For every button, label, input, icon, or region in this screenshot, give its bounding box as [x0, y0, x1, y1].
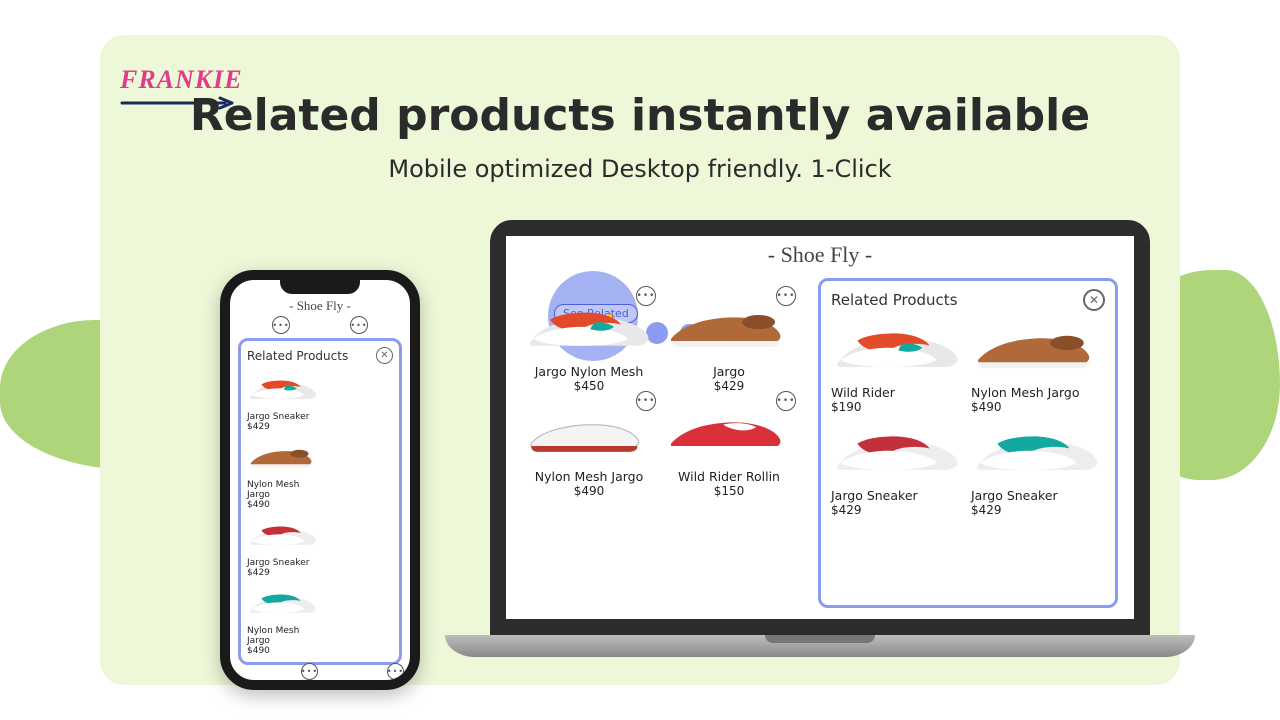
close-icon[interactable]: ✕ — [1083, 289, 1105, 311]
product-price: $490 — [247, 646, 319, 656]
laptop-mockup: - Shoe Fly - See Related 👆 •••Jargo Nylo… — [470, 220, 1170, 657]
product-name: Jargo Sneaker — [247, 412, 319, 422]
related-products-panel: Related Products ✕ Jargo Sneaker$429Nylo… — [238, 338, 402, 665]
close-icon[interactable]: ✕ — [376, 347, 393, 364]
product-price: $490 — [971, 400, 1103, 414]
product-name: Jargo Sneaker — [831, 488, 963, 503]
product-name: Wild Rider — [831, 385, 963, 400]
product-card[interactable]: •••Wild Rider Rollin$150 — [664, 399, 794, 498]
product-name: Jargo — [664, 364, 794, 379]
product-image — [247, 368, 319, 410]
more-icon[interactable]: ••• — [776, 286, 796, 306]
more-icon[interactable]: ••• — [636, 391, 656, 411]
product-card[interactable]: •••Jargo Nylon Mesh$450 — [524, 294, 654, 393]
product-price: $429 — [664, 379, 794, 393]
product-image — [524, 399, 654, 467]
product-price: $450 — [524, 379, 654, 393]
more-icon[interactable]: ••• — [776, 391, 796, 411]
phone-notch — [280, 280, 360, 294]
product-price: $429 — [247, 422, 319, 432]
more-icon[interactable]: ••• — [636, 286, 656, 306]
product-name: Nylon Mesh Jargo — [247, 480, 319, 500]
product-image — [971, 418, 1103, 486]
product-card[interactable]: Nylon Mesh Jargo$490 — [247, 582, 319, 656]
product-card[interactable]: Jargo Sneaker$429 — [247, 368, 319, 432]
product-price: $429 — [831, 503, 963, 517]
product-image — [247, 582, 319, 624]
product-card[interactable]: Nylon Mesh Jargo$490 — [247, 436, 319, 510]
product-image — [247, 436, 319, 478]
product-card[interactable]: Wild Rider$190 — [831, 315, 963, 414]
product-card[interactable]: ••• — [240, 669, 314, 690]
product-name: Nylon Mesh Jargo — [971, 385, 1103, 400]
product-name: Nylon Mesh Jargo — [524, 469, 654, 484]
product-price: $150 — [664, 484, 794, 498]
more-icon[interactable]: ••• — [350, 316, 368, 334]
related-products-panel: Related Products ✕ Wild Rider$190Nylon M… — [818, 278, 1118, 608]
product-card[interactable]: Nylon Mesh Jargo$490 — [971, 315, 1103, 414]
product-card[interactable]: Jargo Sneaker$429 — [971, 418, 1103, 517]
store-title: - Shoe Fly - — [230, 298, 410, 314]
related-panel-title: Related Products — [247, 349, 348, 363]
product-price: $429 — [971, 503, 1103, 517]
product-image — [664, 294, 794, 362]
product-price: $490 — [524, 484, 654, 498]
product-name: Jargo Sneaker — [971, 488, 1103, 503]
product-card[interactable]: •••Jargo$429 — [664, 294, 794, 393]
promo-card: FRANKIE Related products instantly avail… — [100, 35, 1180, 685]
phone-mockup: - Shoe Fly - ••• ••• Related Products ✕ … — [220, 270, 420, 690]
product-image — [524, 294, 654, 362]
product-card[interactable]: Jargo Sneaker$429 — [831, 418, 963, 517]
product-name: Jargo Sneaker — [247, 558, 319, 568]
more-icon[interactable]: ••• — [272, 316, 290, 334]
product-image — [247, 514, 319, 556]
more-icon[interactable]: ••• — [387, 663, 404, 680]
more-icon[interactable]: ••• — [301, 663, 318, 680]
subheadline: Mobile optimized Desktop friendly. 1-Cli… — [100, 155, 1180, 183]
product-price: $429 — [247, 568, 319, 578]
product-name: Wild Rider Rollin — [664, 469, 794, 484]
product-price: $190 — [831, 400, 963, 414]
product-image — [664, 399, 794, 467]
laptop-base — [445, 635, 1195, 657]
headline: Related products instantly available — [100, 90, 1180, 141]
product-price: $490 — [247, 500, 319, 510]
product-card[interactable]: ••• — [326, 669, 400, 690]
product-name: Jargo Nylon Mesh — [524, 364, 654, 379]
product-card[interactable]: Jargo Sneaker$429 — [247, 514, 319, 578]
product-card[interactable]: •••Nylon Mesh Jargo$490 — [524, 399, 654, 498]
product-image — [971, 315, 1103, 383]
product-image — [831, 418, 963, 486]
product-image — [831, 315, 963, 383]
store-title: - Shoe Fly - — [506, 236, 1134, 270]
product-name: Nylon Mesh Jargo — [247, 626, 319, 646]
related-panel-title: Related Products — [831, 291, 958, 309]
